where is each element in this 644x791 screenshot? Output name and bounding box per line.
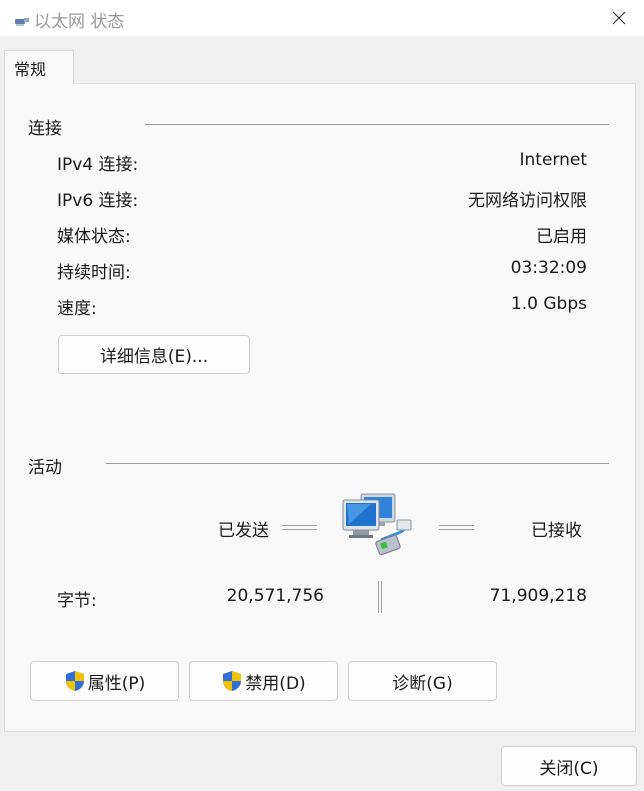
close-icon bbox=[612, 11, 626, 25]
ipv4-value: Internet bbox=[519, 150, 587, 170]
speed-value: 1.0 Gbps bbox=[510, 294, 587, 314]
details-button-label: 详细信息(E)... bbox=[99, 347, 209, 367]
sent-label: 已发送 bbox=[218, 521, 269, 541]
duration-value: 03:32:09 bbox=[510, 258, 587, 278]
media-state-value: 已启用 bbox=[536, 227, 587, 247]
ipv4-label: IPv4 连接: bbox=[57, 155, 139, 175]
close-button[interactable]: 关闭(C) bbox=[501, 746, 637, 786]
tab-general[interactable]: 常规 bbox=[4, 50, 74, 84]
sent-dash bbox=[282, 525, 317, 530]
ipv6-value: 无网络访问权限 bbox=[468, 191, 587, 211]
connection-heading: 连接 bbox=[28, 119, 62, 139]
general-panel: 连接 IPv4 连接: Internet IPv6 连接: 无网络访问权限 媒体… bbox=[4, 83, 636, 732]
title-bar: 以太网 状态 bbox=[0, 0, 644, 36]
properties-button[interactable]: 属性(P) bbox=[30, 661, 179, 701]
disable-button[interactable]: 禁用(D) bbox=[189, 661, 338, 701]
media-state-label: 媒体状态: bbox=[57, 227, 131, 247]
bytes-label: 字节: bbox=[57, 591, 97, 611]
ipv6-label: IPv6 连接: bbox=[57, 191, 139, 211]
details-button[interactable]: 详细信息(E)... bbox=[58, 335, 250, 374]
activity-divider bbox=[106, 463, 609, 464]
duration-label: 持续时间: bbox=[57, 263, 131, 283]
close-button-label: 关闭(C) bbox=[539, 758, 599, 779]
uac-shield-icon bbox=[64, 670, 86, 692]
network-computers-icon bbox=[341, 490, 417, 565]
diagnose-button[interactable]: 诊断(G) bbox=[348, 661, 497, 701]
tab-general-label: 常规 bbox=[14, 60, 47, 79]
bytes-received-value: 71,909,218 bbox=[489, 586, 587, 606]
window-title: 以太网 状态 bbox=[34, 12, 125, 32]
connection-divider bbox=[145, 124, 609, 125]
network-adapter-icon bbox=[14, 12, 30, 32]
speed-label: 速度: bbox=[57, 299, 97, 319]
disable-button-label: 禁用(D) bbox=[245, 673, 306, 694]
received-dash bbox=[439, 525, 474, 530]
bytes-separator bbox=[378, 581, 382, 613]
activity-heading: 活动 bbox=[28, 458, 62, 478]
close-window-button[interactable] bbox=[604, 4, 634, 32]
received-label: 已接收 bbox=[531, 521, 582, 541]
bytes-sent-value: 20,571,756 bbox=[226, 586, 324, 606]
properties-button-label: 属性(P) bbox=[87, 673, 146, 694]
uac-shield-icon bbox=[221, 670, 243, 692]
diagnose-button-label: 诊断(G) bbox=[392, 673, 453, 694]
